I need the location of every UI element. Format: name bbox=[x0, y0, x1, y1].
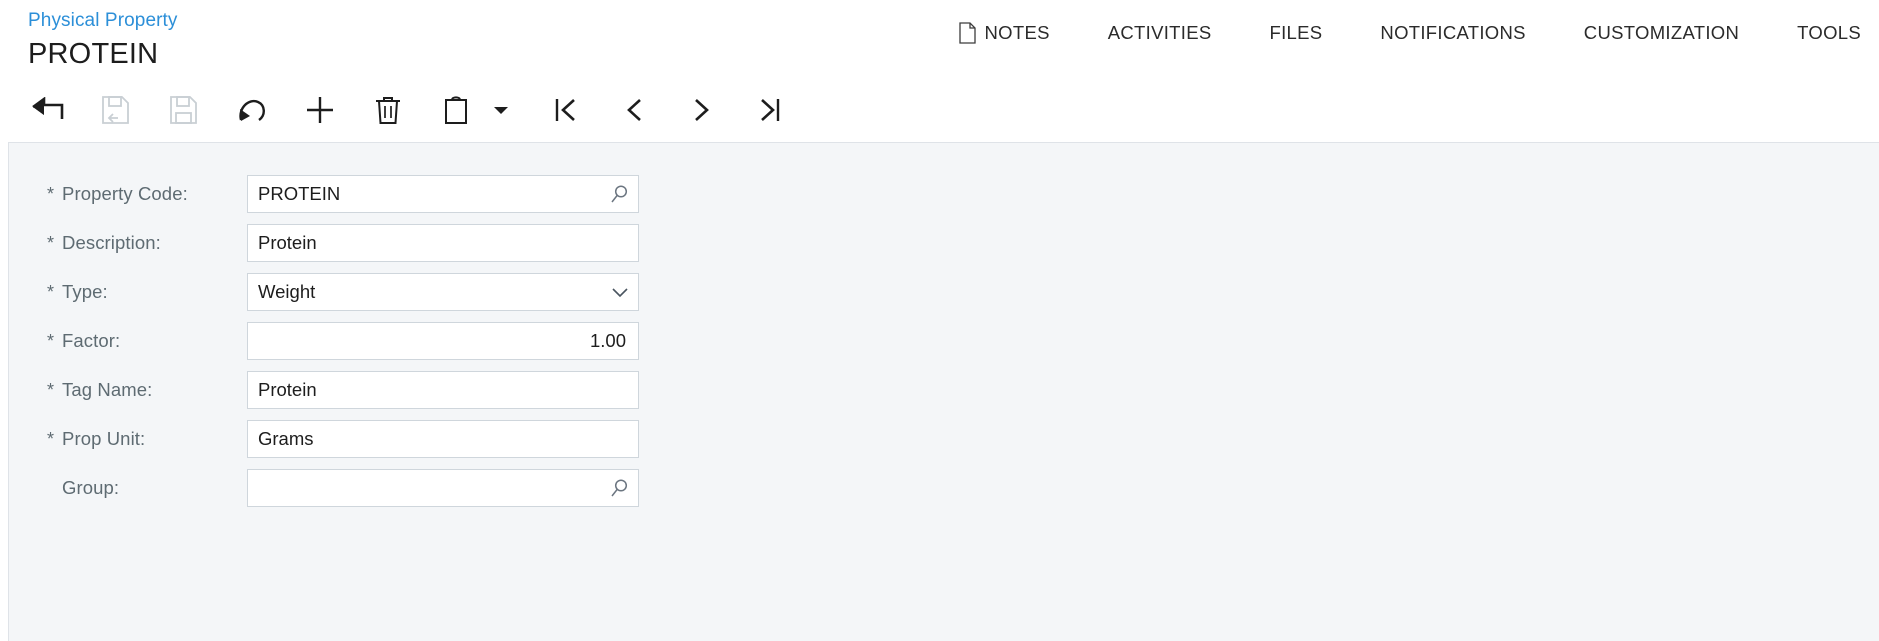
page-header: Physical Property PROTEIN NOTES ACTIVITI… bbox=[0, 0, 1879, 78]
type-dropdown-button[interactable] bbox=[602, 274, 638, 310]
label-factor-text: Factor: bbox=[62, 330, 121, 351]
physical-property-form: * Property Code: PROTEIN * Description: bbox=[9, 143, 1879, 509]
field-description[interactable]: Protein bbox=[247, 224, 639, 262]
group-lookup-button[interactable] bbox=[602, 470, 638, 506]
label-prop-unit: * Prop Unit: bbox=[47, 428, 247, 450]
save-button[interactable] bbox=[158, 88, 210, 132]
top-navigation: NOTES ACTIVITIES FILES NOTIFICATIONS CUS… bbox=[930, 16, 1879, 50]
nav-files[interactable]: FILES bbox=[1240, 16, 1351, 50]
first-page-icon bbox=[555, 99, 575, 121]
page-title: PROTEIN bbox=[28, 38, 159, 70]
label-tag-name-text: Tag Name: bbox=[62, 379, 153, 400]
nav-notes-label: NOTES bbox=[984, 22, 1050, 43]
field-property-code[interactable]: PROTEIN bbox=[247, 175, 639, 213]
plus-icon bbox=[307, 97, 333, 123]
clipboard-dropdown[interactable] bbox=[488, 88, 514, 132]
title-block: Physical Property PROTEIN bbox=[28, 8, 178, 72]
chevron-down-icon bbox=[494, 107, 508, 114]
type-select-value[interactable]: Weight bbox=[248, 281, 602, 303]
tag-name-input[interactable]: Protein bbox=[248, 379, 638, 401]
chevron-right-icon bbox=[695, 99, 709, 121]
nav-activities-label: ACTIVITIES bbox=[1107, 22, 1212, 43]
label-type: * Type: bbox=[47, 281, 247, 303]
nav-notifications-label: NOTIFICATIONS bbox=[1380, 22, 1526, 43]
label-type-text: Type: bbox=[62, 281, 108, 302]
first-record-button[interactable] bbox=[540, 88, 592, 132]
factor-input[interactable]: 1.00 bbox=[248, 330, 638, 352]
clipboard-icon bbox=[445, 96, 467, 124]
search-icon bbox=[611, 185, 628, 203]
field-group[interactable] bbox=[247, 469, 639, 507]
nav-notes[interactable]: NOTES bbox=[930, 16, 1079, 50]
label-tag-name: * Tag Name: bbox=[47, 379, 247, 401]
description-input[interactable]: Protein bbox=[248, 232, 638, 254]
label-description-text: Description: bbox=[62, 232, 161, 253]
form-row-type: * Type: Weight bbox=[47, 271, 1879, 313]
previous-record-button[interactable] bbox=[608, 88, 660, 132]
form-row-prop-unit: * Prop Unit: Grams bbox=[47, 418, 1879, 460]
nav-activities[interactable]: ACTIVITIES bbox=[1079, 16, 1241, 50]
required-marker: * bbox=[47, 331, 55, 351]
save-and-back-icon bbox=[102, 96, 129, 124]
form-row-group: Group: bbox=[47, 467, 1879, 509]
label-group-text: Group: bbox=[62, 477, 120, 498]
save-and-back-button[interactable] bbox=[90, 88, 142, 132]
form-row-factor: * Factor: 1.00 bbox=[47, 320, 1879, 362]
cancel-button[interactable] bbox=[226, 88, 278, 132]
back-arrow-icon bbox=[32, 97, 64, 119]
required-marker: * bbox=[47, 282, 55, 302]
label-property-code: * Property Code: bbox=[47, 183, 247, 205]
save-icon bbox=[170, 96, 197, 124]
form-row-tag-name: * Tag Name: Protein bbox=[47, 369, 1879, 411]
chevron-left-icon bbox=[627, 99, 641, 121]
chevron-down-icon bbox=[612, 288, 628, 298]
nav-tools-label: TOOLS bbox=[1797, 22, 1861, 43]
insert-button[interactable] bbox=[294, 88, 346, 132]
nav-tools[interactable]: TOOLS bbox=[1768, 16, 1879, 50]
search-icon bbox=[611, 479, 628, 497]
nav-files-label: FILES bbox=[1269, 22, 1323, 43]
nav-customization-label: CUSTOMIZATION bbox=[1583, 22, 1740, 43]
nav-notifications[interactable]: NOTIFICATIONS bbox=[1351, 16, 1554, 50]
form-panel: * Property Code: PROTEIN * Description: bbox=[8, 142, 1879, 641]
prop-unit-input[interactable]: Grams bbox=[248, 428, 638, 450]
back-button[interactable] bbox=[22, 88, 74, 132]
form-row-description: * Description: Protein bbox=[47, 222, 1879, 264]
last-page-icon bbox=[761, 99, 780, 121]
field-prop-unit[interactable]: Grams bbox=[247, 420, 639, 458]
field-tag-name[interactable]: Protein bbox=[247, 371, 639, 409]
undo-arrow-icon bbox=[239, 99, 265, 121]
field-type[interactable]: Weight bbox=[247, 273, 639, 311]
required-marker: * bbox=[47, 380, 55, 400]
label-property-code-text: Property Code: bbox=[62, 183, 188, 204]
form-row-property-code: * Property Code: PROTEIN bbox=[47, 173, 1879, 215]
trash-icon bbox=[376, 97, 400, 124]
label-prop-unit-text: Prop Unit: bbox=[62, 428, 146, 449]
next-record-button[interactable] bbox=[676, 88, 728, 132]
nav-customization[interactable]: CUSTOMIZATION bbox=[1555, 16, 1768, 50]
property-code-input[interactable]: PROTEIN bbox=[248, 183, 602, 205]
last-record-button[interactable] bbox=[744, 88, 796, 132]
required-marker: * bbox=[47, 233, 55, 253]
property-code-lookup-button[interactable] bbox=[602, 176, 638, 212]
action-toolbar bbox=[0, 78, 1879, 142]
required-marker: * bbox=[47, 429, 55, 449]
breadcrumb[interactable]: Physical Property bbox=[28, 8, 178, 34]
delete-button[interactable] bbox=[362, 88, 414, 132]
label-group: Group: bbox=[47, 477, 247, 499]
label-description: * Description: bbox=[47, 232, 247, 254]
note-icon bbox=[958, 22, 976, 44]
field-factor[interactable]: 1.00 bbox=[247, 322, 639, 360]
required-marker: * bbox=[47, 184, 55, 204]
label-factor: * Factor: bbox=[47, 330, 247, 352]
clipboard-button[interactable] bbox=[430, 88, 482, 132]
